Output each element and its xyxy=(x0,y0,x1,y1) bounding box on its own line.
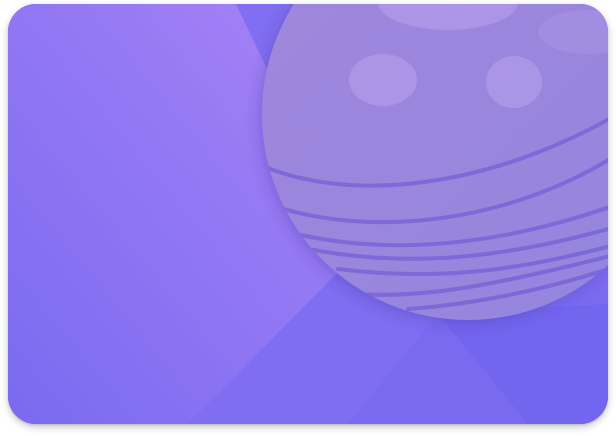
illustration-card xyxy=(8,4,608,424)
planet-spot-right xyxy=(486,56,542,108)
abstract-planet-illustration xyxy=(8,4,608,424)
planet-spot-left xyxy=(349,54,417,106)
